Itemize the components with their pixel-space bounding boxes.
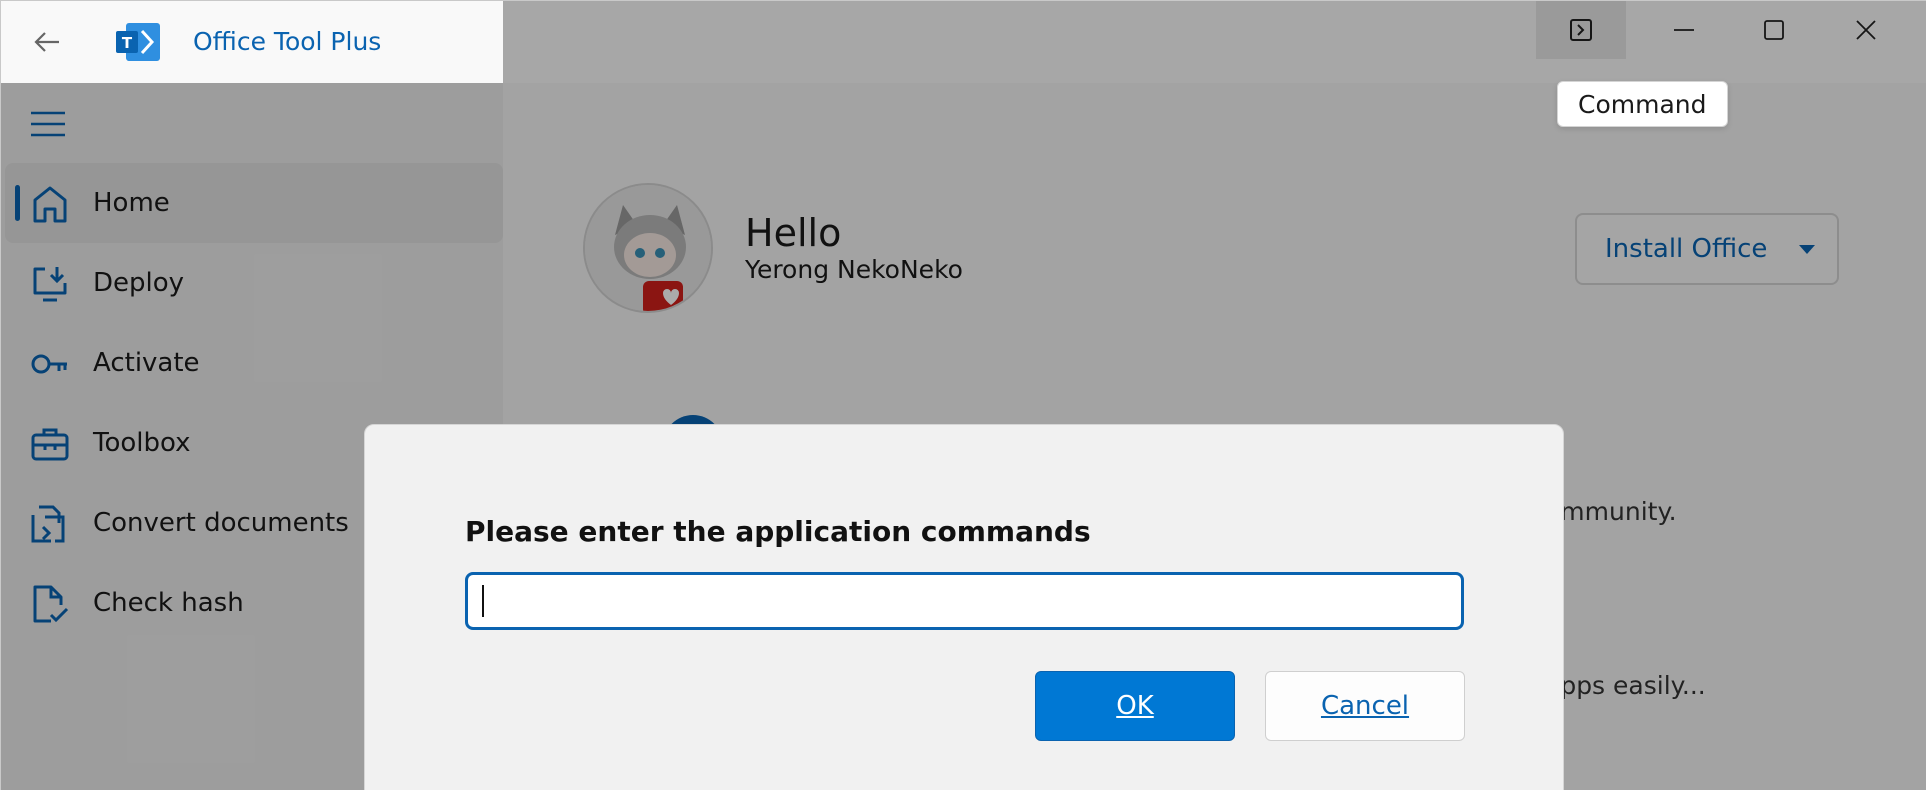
modal-overlay-titlebar [503,1,1926,83]
dialog-title: Please enter the application commands [465,515,1091,548]
text-caret [482,585,484,617]
command-input[interactable] [465,572,1464,630]
app-logo-icon: T [116,21,162,63]
command-tooltip: Command [1557,81,1728,127]
app-title: Office Tool Plus [193,27,382,56]
command-dialog: Please enter the application commands OK… [364,424,1564,790]
cancel-button[interactable]: Cancel [1265,671,1465,741]
ok-button[interactable]: OK [1035,671,1235,741]
app-window: T Office Tool Plus Command Home Deploy A… [0,0,1926,790]
back-button[interactable] [23,21,71,63]
arrow-left-icon [34,32,59,52]
svg-text:T: T [122,34,133,52]
